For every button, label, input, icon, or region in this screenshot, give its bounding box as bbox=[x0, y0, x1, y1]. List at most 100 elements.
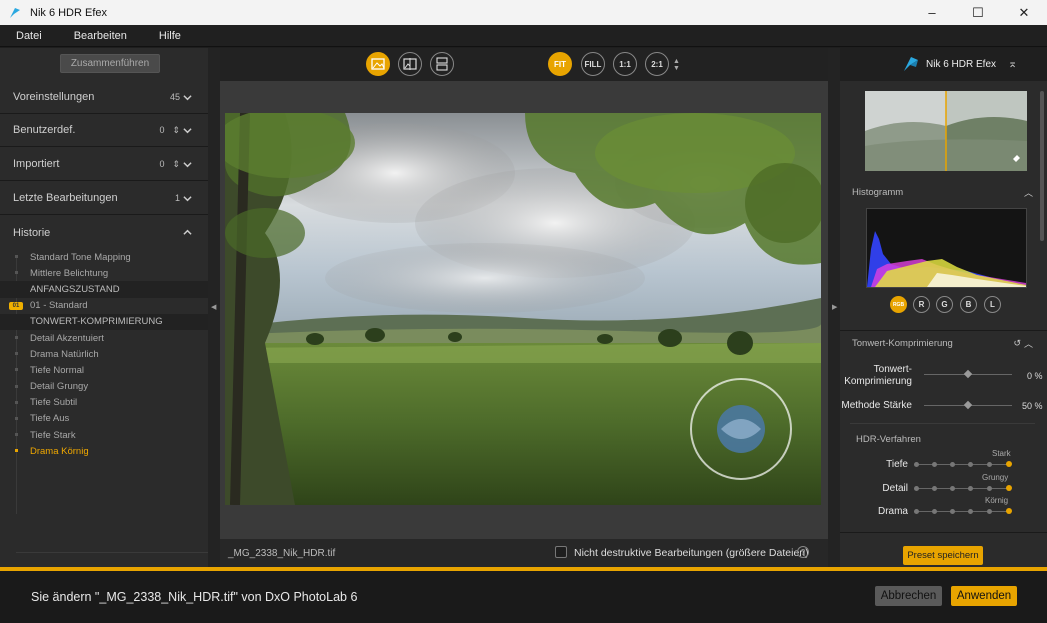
app-window: Nik 6 HDR Efex – ☐ ✕ Datei Bearbeiten Hi… bbox=[0, 0, 1047, 623]
section-label: Benutzerdef. bbox=[13, 124, 76, 136]
section-label: Historie bbox=[13, 226, 51, 239]
hdr-drama-slider[interactable] bbox=[916, 511, 1010, 512]
close-button[interactable]: ✕ bbox=[1001, 0, 1047, 25]
preview-image[interactable] bbox=[225, 113, 821, 505]
history-block[interactable]: ANFANGSZUSTAND bbox=[0, 281, 208, 298]
slider-thumb[interactable] bbox=[963, 400, 973, 410]
section-count: 45 bbox=[169, 92, 180, 102]
history-item[interactable]: 01 01 - Standard bbox=[0, 298, 208, 314]
history-item[interactable]: Standard Tone Mapping bbox=[0, 249, 208, 265]
sort-arrows-icon[interactable]: ⇕ bbox=[172, 159, 180, 170]
cancel-button[interactable]: Abbrechen bbox=[875, 586, 942, 606]
history-item[interactable]: Tiefe Stark bbox=[0, 427, 208, 443]
channel-l-button[interactable]: L bbox=[984, 296, 1001, 313]
section-benutzerdef[interactable]: Benutzerdef. 0 ⇕ bbox=[0, 114, 208, 147]
preview-footer: _MG_2338_Nik_HDR.tif Nicht destruktive B… bbox=[220, 539, 828, 567]
channel-g-button[interactable]: G bbox=[936, 296, 953, 313]
save-preset-button[interactable]: Preset speichern bbox=[903, 546, 983, 565]
history-item-active[interactable]: Drama Körnig bbox=[0, 443, 208, 459]
chevron-down-icon[interactable] bbox=[183, 93, 192, 102]
chevron-down-icon[interactable] bbox=[183, 126, 192, 135]
nondestructive-checkbox[interactable] bbox=[555, 546, 567, 558]
single-image-icon bbox=[371, 58, 385, 70]
sort-arrows-icon[interactable]: ⇕ bbox=[172, 125, 180, 136]
maximize-button[interactable]: ☐ bbox=[955, 0, 1001, 25]
chevron-up-icon[interactable] bbox=[183, 228, 192, 237]
side-by-side-button[interactable] bbox=[430, 52, 454, 76]
slider-thumb[interactable] bbox=[963, 369, 973, 379]
chevron-down-icon[interactable] bbox=[183, 160, 192, 169]
left-panel: Zusammenführen Voreinstellungen 45 Benut… bbox=[0, 48, 208, 567]
help-icon[interactable]: ? bbox=[797, 546, 809, 558]
section-count: 1 bbox=[174, 193, 180, 203]
section-letzte-bearbeitungen[interactable]: Letzte Bearbeitungen 1 bbox=[0, 182, 208, 215]
hdr-selected-dot[interactable] bbox=[1006, 461, 1012, 467]
zoom-2to1-button[interactable]: 2:1 bbox=[645, 52, 669, 76]
nondestructive-label[interactable]: Nicht destruktive Bearbeitungen (größere… bbox=[574, 547, 809, 559]
chevron-down-icon[interactable] bbox=[183, 194, 192, 203]
hdr-label: Tiefe bbox=[886, 459, 908, 470]
collapse-left-icon[interactable]: ◀ bbox=[211, 303, 216, 311]
preview-thumbnail[interactable] bbox=[865, 91, 1027, 171]
single-view-button[interactable] bbox=[366, 52, 390, 76]
histogram bbox=[866, 208, 1027, 288]
menu-bearbeiten[interactable]: Bearbeiten bbox=[64, 30, 137, 42]
slider-value: 0 % bbox=[1027, 371, 1043, 381]
right-panel-toggle[interactable]: ▶ bbox=[828, 48, 840, 567]
channel-rgb-button[interactable]: RGB bbox=[890, 296, 907, 313]
title-bar: Nik 6 HDR Efex – ☐ ✕ bbox=[0, 0, 1047, 25]
window-title: Nik 6 HDR Efex bbox=[30, 6, 108, 19]
split-view-button[interactable] bbox=[398, 52, 422, 76]
section-count: 0 bbox=[159, 158, 165, 169]
channel-r-button[interactable]: R bbox=[913, 296, 930, 313]
collapse-panel-icon[interactable]: ⌅ bbox=[1008, 57, 1017, 70]
panel-header: Nik 6 HDR Efex ⌅ bbox=[840, 48, 1047, 81]
channel-b-button[interactable]: B bbox=[960, 296, 977, 313]
hdr-selected-dot[interactable] bbox=[1006, 508, 1012, 514]
menu-hilfe[interactable]: Hilfe bbox=[149, 30, 191, 42]
hdr-label: Drama bbox=[877, 506, 908, 517]
hdr-section-label: HDR-Verfahren bbox=[856, 434, 921, 445]
chevron-up-icon[interactable]: ︿ bbox=[1024, 186, 1033, 199]
scrollbar[interactable] bbox=[1040, 91, 1044, 241]
bottom-bar: Sie ändern "_MG_2338_Nik_HDR.tif" von Dx… bbox=[0, 571, 1047, 623]
zoom-1to1-button[interactable]: 1:1 bbox=[613, 52, 637, 76]
history-block[interactable]: TONWERT-KOMPRIMIERUNG bbox=[0, 313, 208, 330]
menu-datei[interactable]: Datei bbox=[6, 30, 52, 42]
collapse-right-icon[interactable]: ▶ bbox=[832, 303, 837, 311]
history-item[interactable]: Detail Akzentuiert bbox=[0, 330, 208, 346]
section-tone-compression[interactable]: Tonwert-Komprimierung ↺ ︿ bbox=[840, 332, 1047, 354]
history-item[interactable]: Mittlere Belichtung bbox=[0, 265, 208, 281]
slider-value: 50 % bbox=[1022, 401, 1043, 411]
history-item[interactable]: Tiefe Aus bbox=[0, 411, 208, 427]
merge-button[interactable]: Zusammenführen bbox=[60, 54, 160, 73]
section-importiert[interactable]: Importiert 0 ⇕ bbox=[0, 148, 208, 181]
history-item[interactable]: Detail Grungy bbox=[0, 379, 208, 395]
hdr-selected-dot[interactable] bbox=[1006, 485, 1012, 491]
zoom-fit-button[interactable]: FIT bbox=[548, 52, 572, 76]
section-histogram[interactable]: Histogramm ︿ bbox=[840, 181, 1047, 203]
section-historie[interactable]: Historie bbox=[0, 216, 208, 249]
app-logo-icon bbox=[10, 7, 20, 18]
hdr-detail-slider[interactable] bbox=[916, 488, 1010, 489]
history-item[interactable]: Tiefe Normal bbox=[0, 362, 208, 378]
hdr-tag: Körnig bbox=[985, 496, 1009, 505]
history-item[interactable]: Drama Natürlich bbox=[0, 346, 208, 362]
current-state-badge: 01 bbox=[9, 301, 23, 310]
divider bbox=[16, 552, 208, 553]
reset-icon[interactable]: ↺ bbox=[1013, 338, 1021, 349]
zoom-stepper-icon[interactable]: ▲ ▼ bbox=[673, 58, 680, 72]
section-label: Voreinstellungen bbox=[13, 91, 95, 103]
zoom-fill-button[interactable]: FILL bbox=[581, 52, 605, 76]
left-panel-toggle[interactable]: ◀ bbox=[208, 48, 220, 567]
hdr-tiefe-slider[interactable] bbox=[916, 464, 1010, 465]
status-message: Sie ändern "_MG_2338_Nik_HDR.tif" von Dx… bbox=[31, 590, 358, 604]
minimize-button[interactable]: – bbox=[909, 0, 955, 25]
history-item[interactable]: Tiefe Subtil bbox=[0, 395, 208, 411]
apply-button[interactable]: Anwenden bbox=[951, 586, 1017, 606]
preview-toolbar: FIT FILL 1:1 2:1 ▲ ▼ bbox=[220, 48, 828, 81]
section-label: Histogramm bbox=[852, 186, 904, 198]
hdr-tag: Grungy bbox=[982, 473, 1009, 482]
section-voreinstellungen[interactable]: Voreinstellungen 45 bbox=[0, 81, 208, 114]
chevron-up-icon[interactable]: ︿ bbox=[1024, 337, 1033, 350]
